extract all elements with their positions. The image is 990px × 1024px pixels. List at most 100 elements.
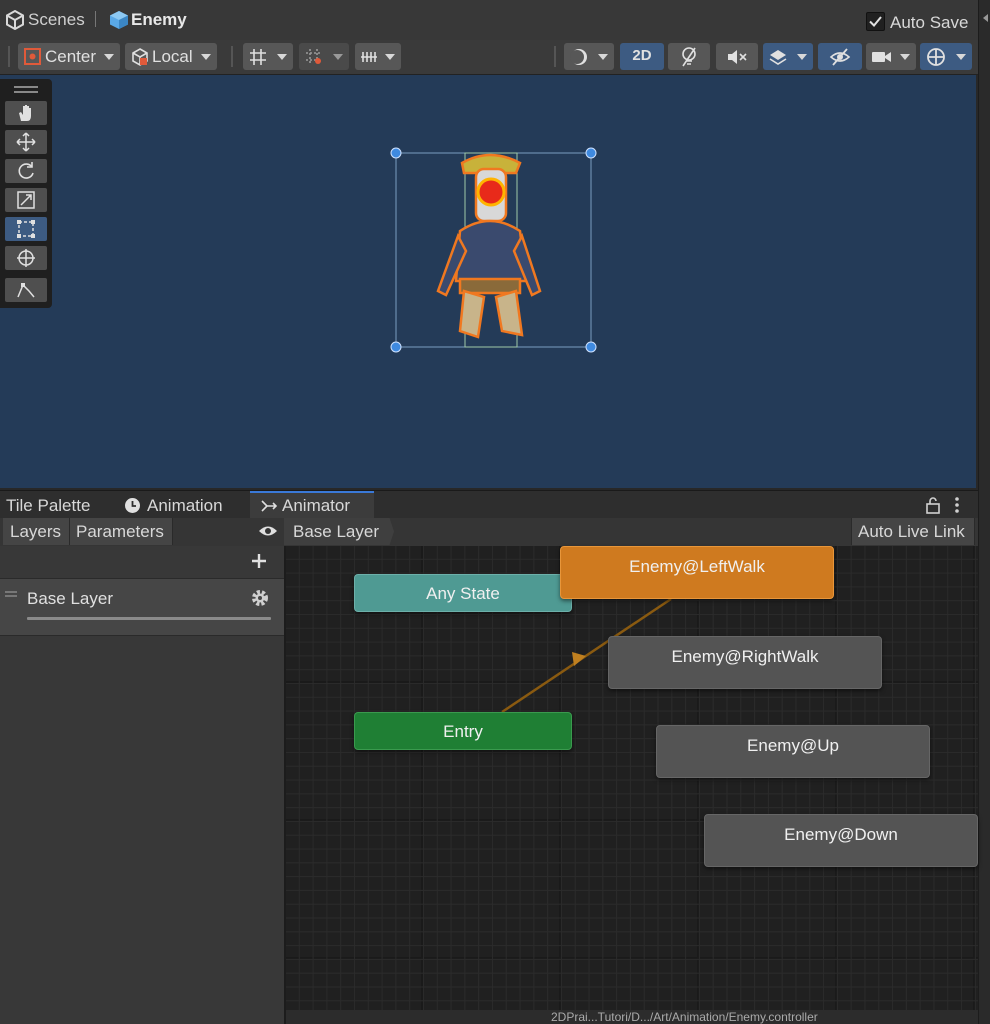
grid-snap-icon [250,49,266,65]
palette-grip [14,91,38,93]
gear-icon[interactable] [250,588,270,608]
pivot-center-icon [24,48,41,65]
right-panel-strip[interactable] [978,0,990,1024]
grid-snap-button[interactable] [243,43,293,70]
animator-toolbar: Layers Parameters Base Layer Auto Live L… [0,518,978,547]
transition-arrow[interactable] [286,546,978,1024]
collapse-arrow-icon[interactable] [983,14,988,22]
gizmos-globe-icon [927,48,945,66]
controller-path-bar: 2DPrai...Tutori/D.../Art/Animation/Enemy… [286,1010,978,1024]
effects-dropdown[interactable] [763,43,813,70]
rotate-tool-button[interactable] [5,159,47,183]
lighting-toggle[interactable] [668,43,710,70]
align-button[interactable] [355,43,401,70]
checkmark-icon [869,16,882,27]
eye-icon[interactable] [258,524,278,538]
shading-sphere-icon [570,49,587,65]
scene-viewport[interactable] [0,75,976,488]
increment-snap-button[interactable] [299,43,349,70]
clock-icon [125,498,140,513]
speaker-muted-icon [728,50,747,64]
chevron-down-icon [333,54,343,60]
bottom-tab-bar: Tile Palette Animation Animator [0,490,978,519]
node-enemy-down[interactable]: Enemy@Down [704,814,978,867]
transform-tool-button[interactable] [5,246,47,270]
breadcrumb-divider [95,11,96,27]
drag-handle-icon[interactable] [5,591,17,593]
palette-grip [14,86,38,88]
gizmos-dropdown[interactable] [920,43,972,70]
node-any-state[interactable]: Any State [354,574,572,612]
camera-icon [872,52,891,62]
transform-icon [17,249,35,267]
tab-animation[interactable]: Animation [114,491,248,519]
ruler-icon [361,52,377,62]
move-arrows-icon [16,132,36,152]
scene-toolbar: Center Local 2D [0,40,978,75]
node-enemy-leftwalk[interactable]: Enemy@LeftWalk [560,546,834,599]
breadcrumb-scenes[interactable]: Scenes [28,10,85,30]
scale-icon [17,191,35,209]
lock-icon[interactable] [925,496,941,514]
chevron-down-icon [385,54,395,60]
breadcrumb-enemy[interactable]: Enemy [131,10,187,30]
tab-tile-palette[interactable]: Tile Palette [0,491,112,519]
chevron-down-icon [956,54,966,60]
local-space-icon [132,48,148,66]
shading-mode-dropdown[interactable] [564,43,614,70]
scale-tool-button[interactable] [5,188,47,212]
controller-path: 2DPrai...Tutori/D.../Art/Animation/Enemy… [551,1010,818,1024]
layers-panel: Base Layer [0,546,286,1024]
enemy-sprite[interactable] [380,141,610,361]
eye-slash-icon [829,48,851,66]
increment-snap-icon [306,49,322,65]
move-tool-button[interactable] [5,130,47,154]
layer-name: Base Layer [27,589,113,608]
pivot-dropdown[interactable]: Center [18,43,120,70]
rect-tool-button[interactable] [5,217,47,241]
toolbar-grip [8,46,10,67]
hidden-objects-toggle[interactable] [818,43,862,70]
animator-graph-icon [261,500,278,512]
rotate-icon [18,162,34,179]
tab-animator[interactable]: Animator [250,491,374,519]
animator-graph[interactable]: Any State Entry Enemy@LeftWalk Enemy@Rig… [286,546,978,1024]
chevron-down-icon [797,54,807,60]
rect-transform-icon [17,220,35,238]
kebab-menu-icon[interactable] [951,496,963,514]
chevron-down-icon [277,54,287,60]
layer-weight-bar[interactable] [27,617,271,620]
node-entry[interactable]: Entry [354,712,572,750]
auto-save-label: Auto Save [890,13,969,32]
node-enemy-up[interactable]: Enemy@Up [656,725,930,778]
2d-mode-toggle[interactable]: 2D [620,43,664,70]
hand-tool-button[interactable] [5,101,47,125]
tool-palette [0,79,52,308]
drag-handle-icon[interactable] [5,595,17,597]
scene-header-bar: Scenes Enemy Auto Save [0,0,978,40]
custom-editor-tool-icon [17,283,35,298]
layer-item-base-layer[interactable]: Base Layer [0,578,284,636]
chevron-down-icon [104,54,114,60]
effects-layers-icon [769,50,787,65]
prefab-cube-icon [110,11,128,29]
camera-settings-dropdown[interactable] [866,43,916,70]
chevron-down-icon [201,54,211,60]
tab-layers[interactable]: Layers [3,518,70,545]
add-layer-icon[interactable] [250,552,268,570]
chevron-down-icon [900,54,910,60]
enemy-eye [476,177,506,207]
breadcrumb-base-layer[interactable]: Base Layer [284,518,394,545]
auto-live-link-toggle[interactable]: Auto Live Link [851,518,975,545]
audio-toggle[interactable] [716,43,758,70]
tab-parameters[interactable]: Parameters [70,518,173,545]
auto-save-checkbox[interactable] [866,12,885,31]
custom-tool-button[interactable] [5,278,47,302]
node-enemy-rightwalk[interactable]: Enemy@RightWalk [608,636,882,689]
light-bulb-icon [682,47,696,67]
toolbar-grip [554,46,556,67]
arrow-head-icon [572,652,586,666]
chevron-down-icon [598,54,608,60]
space-dropdown[interactable]: Local [125,43,217,70]
unity-scene-icon [6,10,24,30]
